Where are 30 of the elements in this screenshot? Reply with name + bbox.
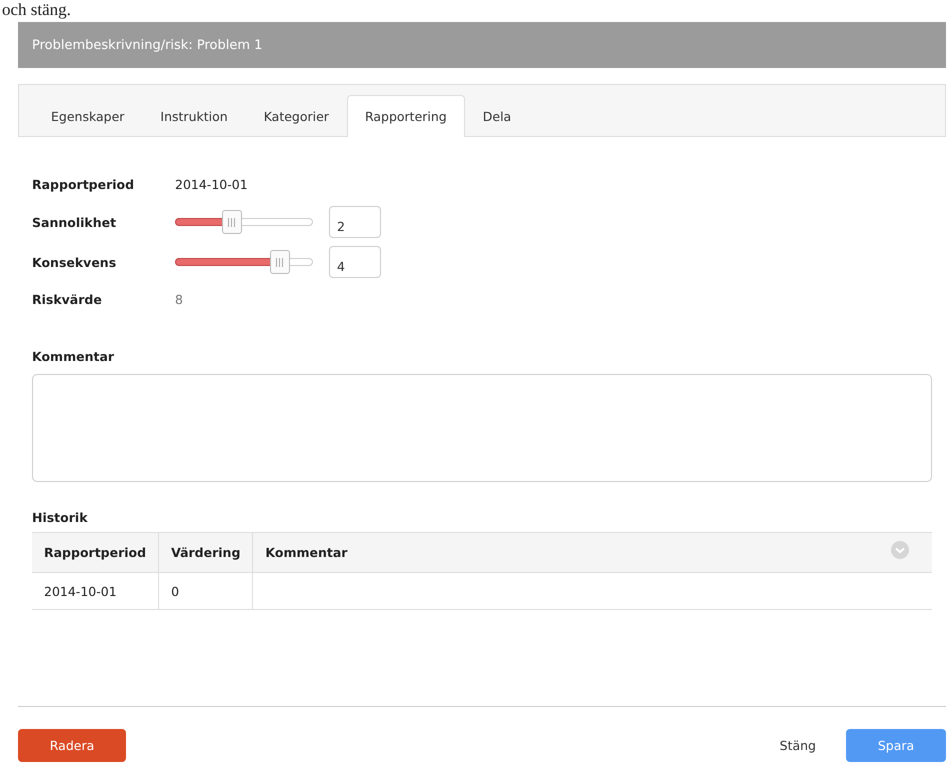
slider-track[interactable] [175,250,313,274]
tab[interactable]: Rapportering [346,95,465,137]
slider-track[interactable] [175,210,313,234]
slider-handle[interactable] [270,250,290,274]
slider-handle[interactable] [222,210,242,234]
field-value: 2014-10-01 [175,177,248,192]
number-field[interactable]: 2 [329,206,381,238]
history-label: Historik [32,510,89,525]
number-field[interactable]: 4 [329,246,381,278]
table-cell: 2014-10-01 [32,572,159,610]
field-label: Riskvärde [32,292,103,307]
tab[interactable]: Dela [464,95,530,137]
column-header: Kommentar [252,532,932,572]
tab[interactable]: Kategorier [246,95,347,137]
delete-button[interactable]: Radera [18,729,126,762]
field-label: Konsekvens [32,254,118,270]
column-header: Värdering [158,532,253,572]
field-label: Rapportperiod [32,177,136,192]
comment-label: Kommentar [32,349,116,364]
close-button[interactable]: Stäng [774,737,822,754]
dropdown-icon[interactable] [891,541,909,559]
comment-field[interactable] [32,374,932,482]
page-text: och stäng. [1,0,72,20]
dialog-title: Problembeskrivning/risk: Problem 1 [32,38,262,52]
column-header: Rapportperiod [32,532,159,572]
field-label: Sannolikhet [32,214,118,230]
table-cell: 0 [158,572,253,610]
tab[interactable]: Instruktion [142,95,246,137]
tab[interactable]: Egenskaper [33,95,142,137]
field-value: 8 [175,292,183,307]
